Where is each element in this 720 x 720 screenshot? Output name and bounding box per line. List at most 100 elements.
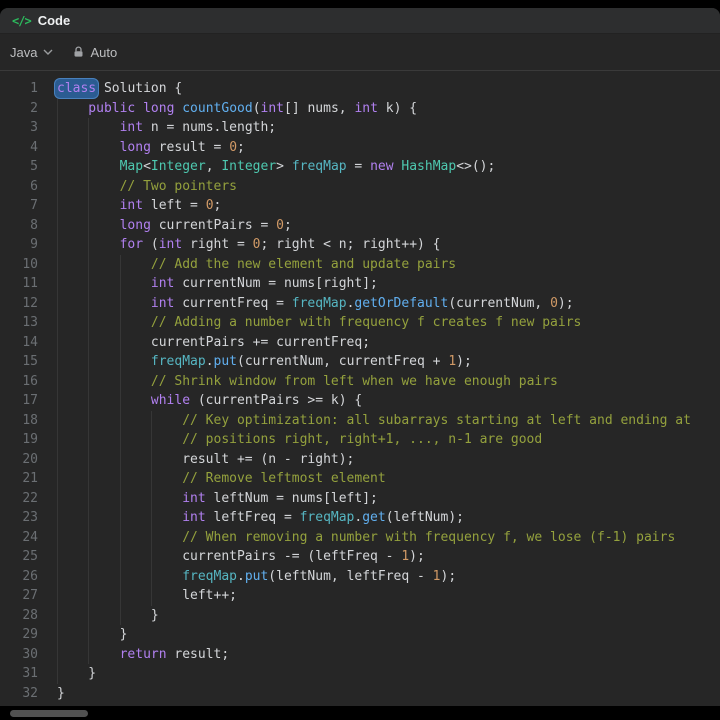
line-number: 29 bbox=[22, 627, 38, 642]
indent-guide bbox=[57, 566, 88, 586]
indent-guide bbox=[88, 274, 119, 294]
code-line-content[interactable]: // Adding a number with frequency f crea… bbox=[57, 313, 581, 333]
code-line-content[interactable]: return result; bbox=[57, 644, 229, 664]
indent-guide bbox=[119, 566, 151, 586]
code-line-content[interactable]: int currentFreq = freqMap.getOrDefault(c… bbox=[57, 293, 574, 313]
code-line: 20 result += (n - right); bbox=[0, 449, 720, 469]
code-line-content[interactable]: } bbox=[57, 664, 96, 684]
indent-guide bbox=[57, 293, 88, 313]
indent-guide bbox=[119, 488, 151, 508]
indent-guide bbox=[57, 371, 88, 391]
autosave-indicator[interactable]: Auto bbox=[73, 45, 117, 60]
code-line-content[interactable]: while (currentPairs >= k) { bbox=[57, 391, 362, 411]
indent-guide bbox=[88, 196, 119, 216]
line-number: 7 bbox=[30, 198, 38, 213]
code-line: 2 public long countGood(int[] nums, int k… bbox=[0, 98, 720, 118]
code-line-content[interactable]: left++; bbox=[57, 586, 237, 606]
indent-guide bbox=[119, 410, 151, 430]
language-label: Java bbox=[10, 44, 38, 60]
code-line-content[interactable]: Map<Integer, Integer> freqMap = new Hash… bbox=[57, 157, 495, 177]
code-line-content[interactable]: int left = 0; bbox=[57, 196, 221, 216]
indent-guide bbox=[88, 332, 119, 352]
panel-title: Code bbox=[37, 13, 71, 28]
code-line-content[interactable]: public long countGood(int[] nums, int k)… bbox=[57, 98, 417, 118]
language-selector[interactable]: Java bbox=[10, 45, 53, 60]
indent-guide bbox=[88, 488, 119, 508]
indent-guide bbox=[88, 605, 119, 625]
code-line-content[interactable]: long result = 0; bbox=[57, 137, 245, 157]
code-line-content[interactable]: // Remove leftmost element bbox=[57, 469, 386, 489]
line-number: 26 bbox=[22, 568, 38, 584]
code-line-content[interactable]: freqMap.put(leftNum, leftFreq - 1); bbox=[57, 566, 456, 586]
indent-guide bbox=[88, 547, 119, 567]
indent-guide bbox=[88, 254, 119, 274]
line-number: 9 bbox=[30, 237, 38, 252]
code-line: 23 int leftFreq = freqMap.get(leftNum); bbox=[0, 508, 720, 528]
code-line: 16 // Shrink window from left when we hav… bbox=[0, 371, 720, 391]
indent-guide bbox=[88, 469, 119, 489]
code-line-content[interactable]: currentPairs += currentFreq; bbox=[57, 332, 370, 352]
indent-guide bbox=[119, 293, 151, 313]
code-line-content[interactable]: result += (n - right); bbox=[57, 449, 354, 469]
autosave-label: Auto bbox=[90, 44, 118, 60]
code-line: 26 freqMap.put(leftNum, leftFreq - 1); bbox=[0, 566, 720, 586]
code-line-content[interactable]: // Key optimization: all subarrays start… bbox=[57, 410, 691, 430]
scrollbar-thumb[interactable] bbox=[10, 710, 88, 717]
indent-guide bbox=[57, 586, 88, 606]
code-line: 28} bbox=[0, 605, 720, 625]
indent-guide bbox=[88, 391, 119, 411]
code-line-content[interactable]: int n = nums.length; bbox=[57, 118, 276, 138]
editor-toolbar: Java Auto bbox=[0, 34, 720, 71]
line-number: 24 bbox=[22, 529, 38, 545]
indent-guide bbox=[119, 313, 151, 333]
code-line-content[interactable]: freqMap.put(currentNum, currentFreq + 1)… bbox=[57, 352, 472, 372]
code-line-content[interactable]: } bbox=[57, 684, 65, 704]
indent-guide bbox=[150, 566, 182, 586]
chevron-down-icon bbox=[43, 49, 53, 55]
indent-guide bbox=[88, 137, 119, 157]
indent-guide bbox=[57, 157, 88, 177]
code-line: 21 // Remove leftmost element bbox=[0, 469, 720, 489]
indent-guide bbox=[57, 118, 88, 138]
code-line-content[interactable]: int leftFreq = freqMap.get(leftNum); bbox=[57, 508, 464, 528]
line-number: 8 bbox=[30, 217, 38, 233]
code-line-content[interactable]: class Solution { bbox=[57, 79, 182, 99]
indent-guide bbox=[119, 352, 151, 372]
indent-guide bbox=[57, 644, 88, 664]
line-number: 21 bbox=[22, 471, 38, 486]
code-line-content[interactable]: currentPairs -= (leftFreq - 1); bbox=[57, 547, 425, 567]
code-editor[interactable]: 1 class Solution {2 public long countGood(… bbox=[0, 71, 720, 703]
code-line: 18 // Key optimization: all subarrays sta… bbox=[0, 410, 720, 430]
code-line-content[interactable]: int leftNum = nums[left]; bbox=[57, 488, 378, 508]
indent-guide bbox=[119, 605, 151, 625]
line-number: 30 bbox=[22, 646, 38, 662]
code-line-content[interactable]: int currentNum = nums[right]; bbox=[57, 274, 378, 294]
line-number: 28 bbox=[22, 607, 38, 623]
code-line-content[interactable]: } bbox=[57, 625, 127, 645]
indent-guide bbox=[57, 254, 88, 274]
indent-guide bbox=[119, 391, 151, 411]
code-line: 13 // Adding a number with frequency f cr… bbox=[0, 313, 720, 333]
line-number: 23 bbox=[22, 510, 38, 525]
indent-guide bbox=[57, 352, 88, 372]
code-line: 29} bbox=[0, 625, 720, 645]
indent-guide bbox=[150, 488, 182, 508]
line-number: 11 bbox=[22, 276, 38, 291]
code-line-content[interactable]: } bbox=[57, 605, 159, 625]
code-line-content[interactable]: // When removing a number with frequency… bbox=[57, 527, 675, 547]
indent-guide bbox=[88, 449, 119, 469]
code-line: 19 // positions right, right+1, ..., n-1 … bbox=[0, 430, 720, 450]
indent-guide bbox=[119, 586, 151, 606]
code-line-content[interactable]: // Shrink window from left when we have … bbox=[57, 371, 558, 391]
indent-guide bbox=[57, 664, 88, 684]
indent-guide bbox=[57, 430, 88, 450]
code-line-content[interactable]: // Two pointers bbox=[57, 176, 237, 196]
code-line-content[interactable]: long currentPairs = 0; bbox=[57, 215, 292, 235]
code-line-content[interactable]: for (int right = 0; right < n; right++) … bbox=[57, 235, 441, 255]
code-line-content[interactable]: // positions right, right+1, ..., n-1 ar… bbox=[57, 430, 542, 450]
indent-guide bbox=[88, 235, 119, 255]
line-number: 3 bbox=[30, 120, 38, 135]
code-lines: 1 class Solution {2 public long countGood(… bbox=[0, 79, 720, 703]
code-line-content[interactable]: // Add the new element and update pairs bbox=[57, 254, 456, 274]
indent-guide bbox=[57, 625, 88, 645]
